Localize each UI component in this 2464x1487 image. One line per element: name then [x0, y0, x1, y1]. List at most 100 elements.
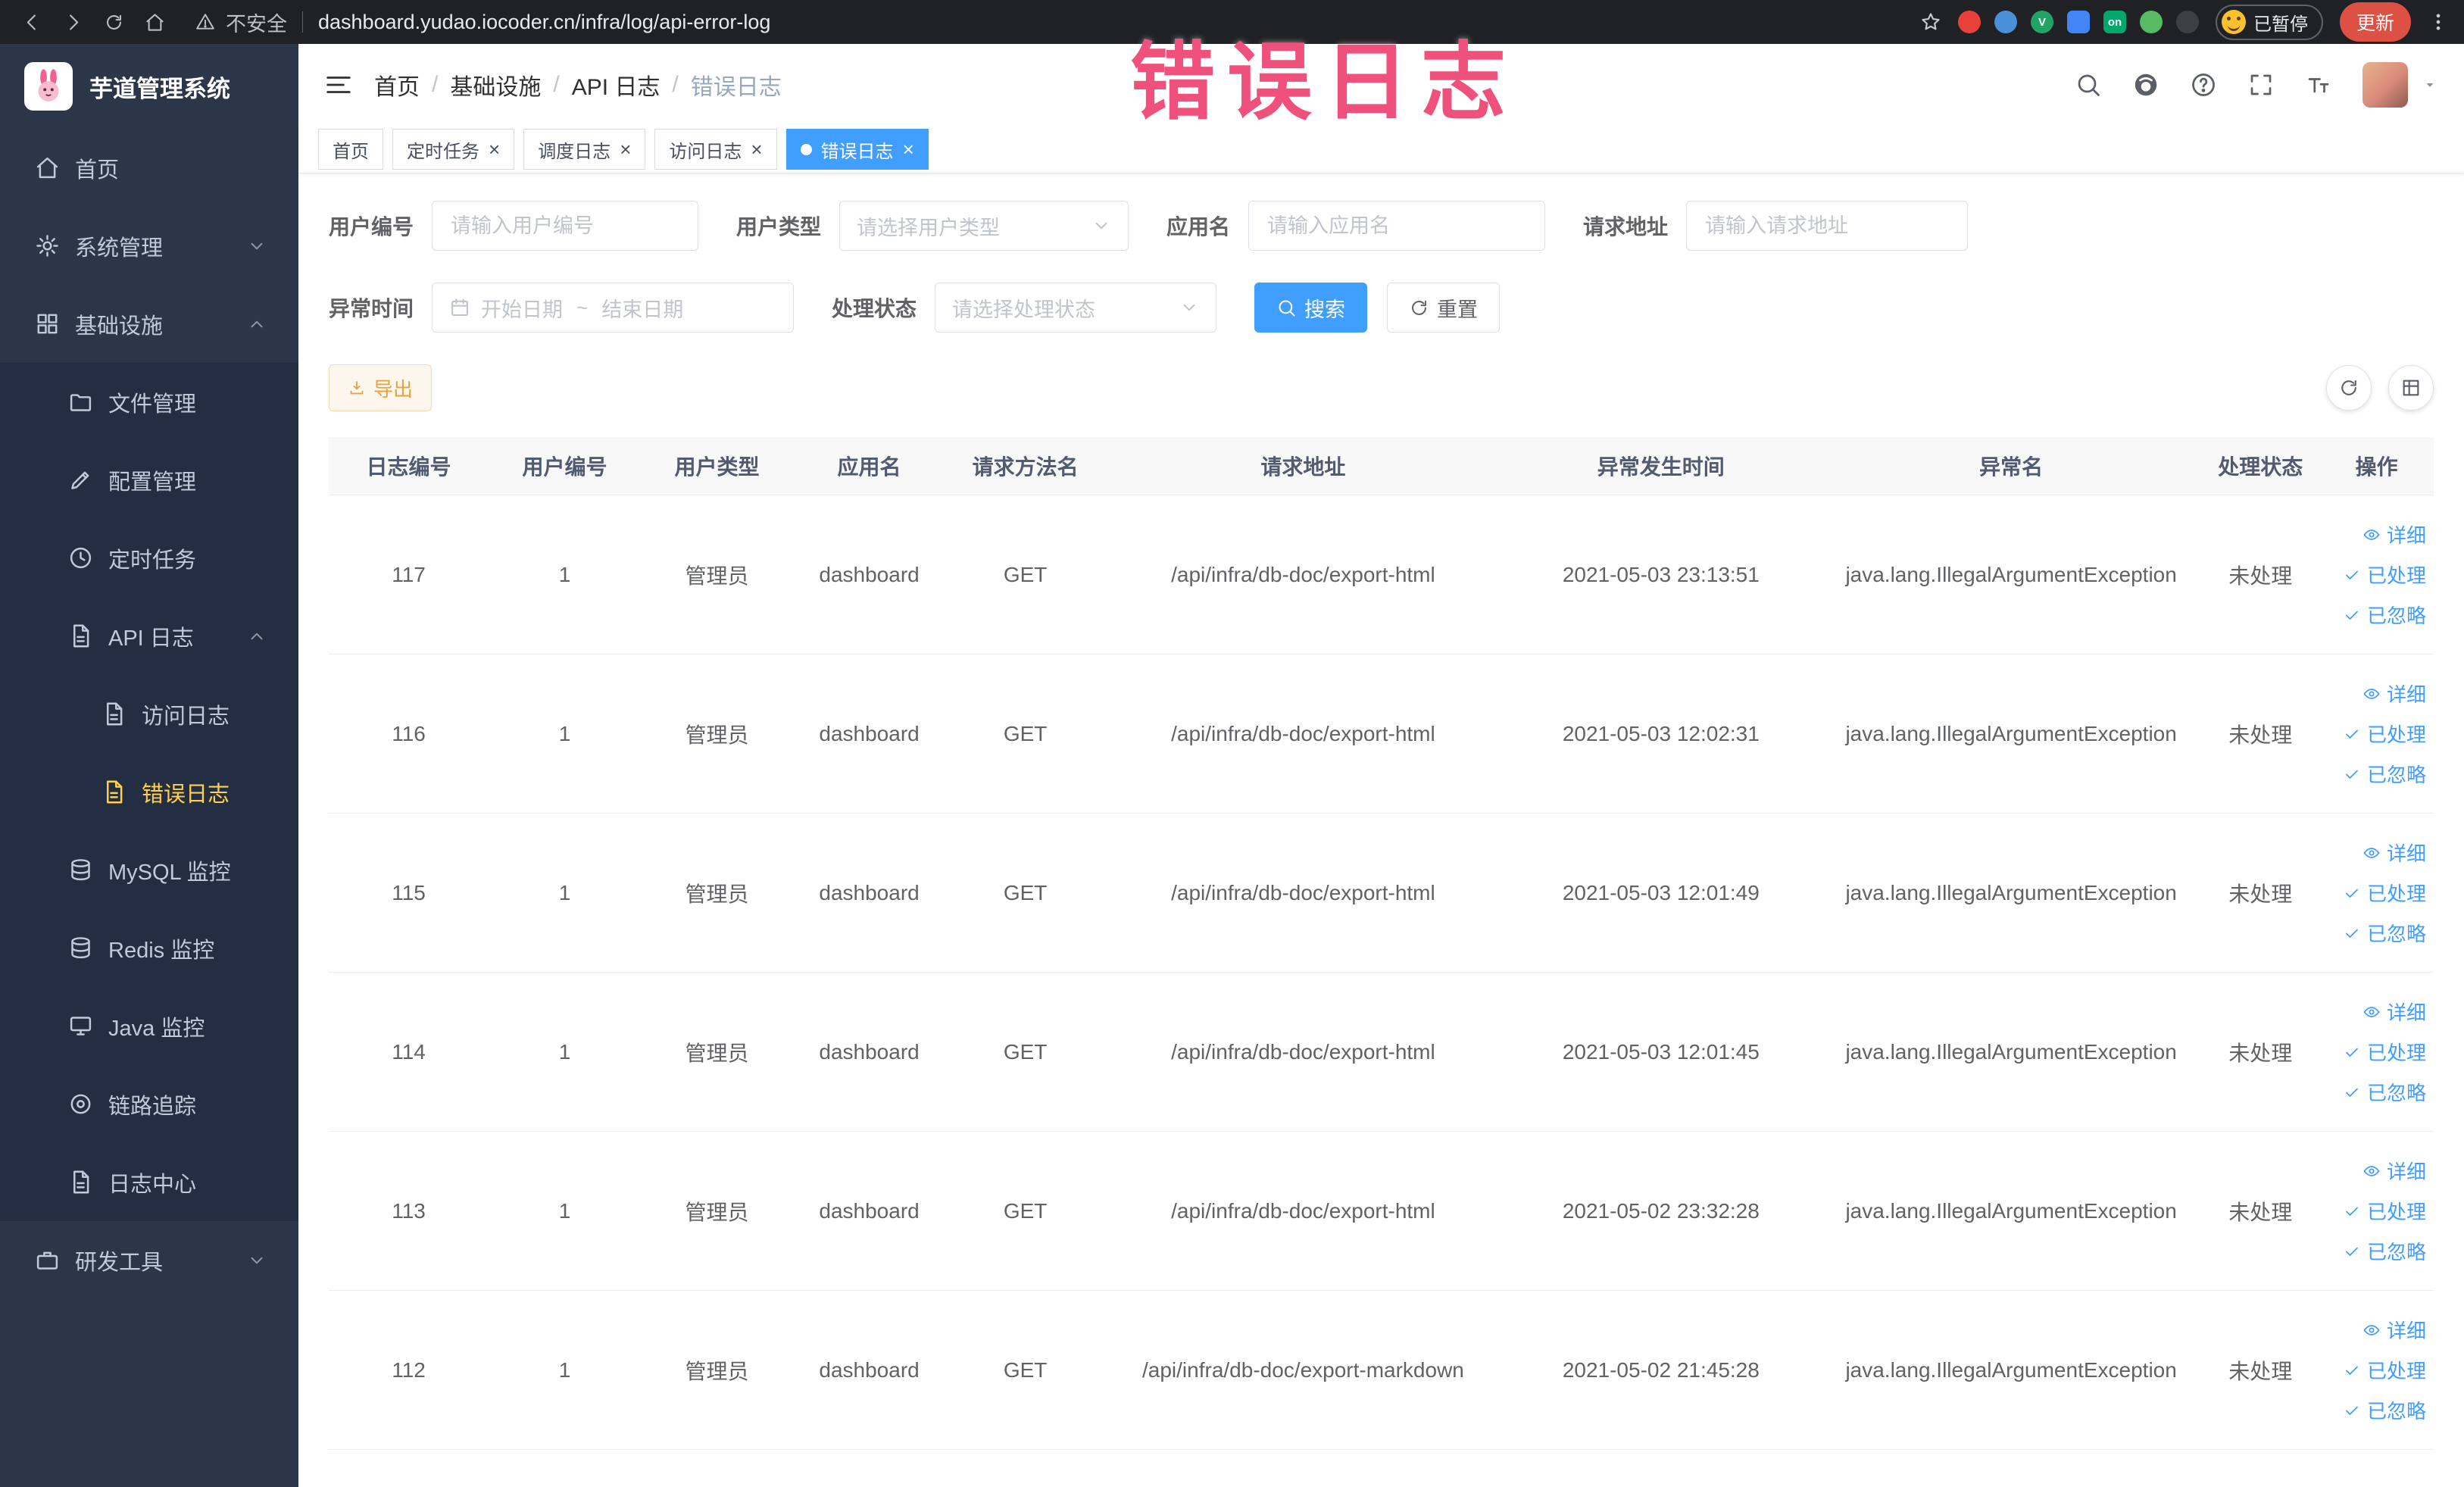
fullscreen-icon[interactable] [2247, 71, 2275, 98]
table-row-4: 113 1 管理员 dashboard GET/api/infra/db-doc/exp… [329, 1131, 2434, 1291]
detail-link[interactable]: 详细 [2324, 998, 2426, 1026]
tab-0[interactable]: 首页 [318, 129, 383, 170]
search-icon[interactable] [2075, 71, 2102, 98]
ignore-link[interactable]: 已忽略 [2324, 601, 2426, 629]
detail-link[interactable]: 详细 [2324, 520, 2426, 548]
export-button[interactable]: 导出 [329, 364, 433, 411]
file-icon [68, 389, 93, 414]
processed-link[interactable]: 已处理 [2324, 1038, 2426, 1066]
chrome-menu-icon[interactable] [2428, 11, 2449, 33]
sidebar-item-8[interactable]: 错误日志 [0, 753, 298, 831]
sidebar-item-9[interactable]: MySQL 监控 [0, 831, 298, 909]
sidebar-item-7[interactable]: 访问日志 [0, 675, 298, 753]
app-name-field[interactable] [1248, 201, 1546, 251]
action-label: 详细 [2386, 524, 2426, 547]
blue-drop-extension-icon[interactable] [1994, 11, 2017, 33]
hamburger-icon[interactable] [324, 70, 353, 99]
breadcrumb-item-2[interactable]: API 日志 [572, 68, 661, 102]
sidebar-item-6[interactable]: API 日志 [0, 597, 298, 675]
sidebar-item-11[interactable]: Java 监控 [0, 987, 298, 1065]
help-icon[interactable] [2190, 71, 2217, 98]
processed-link[interactable]: 已处理 [2324, 879, 2426, 907]
request-url-field[interactable] [1686, 201, 1969, 251]
process-status-select[interactable]: 请选择处理状态 [935, 283, 1217, 333]
sidebar-item-1[interactable]: 系统管理 [0, 207, 298, 285]
chevron-down-icon [1091, 216, 1111, 236]
breadcrumb-item-1[interactable]: 基础设施 [450, 68, 541, 102]
blue-grid-extension-icon[interactable] [2066, 11, 2090, 33]
tab-1[interactable]: 定时任务 × [392, 129, 515, 170]
reload-icon[interactable] [97, 5, 130, 39]
table-row-0: 117 1 管理员 dashboard GET/api/infra/db-doc/exp… [329, 495, 2434, 654]
sidebar-item-0[interactable]: 首页 [0, 129, 298, 207]
sidebar-item-10[interactable]: Redis 监控 [0, 909, 298, 987]
sidebar-item-3[interactable]: 文件管理 [0, 363, 298, 441]
user-id-field[interactable] [432, 201, 699, 251]
refresh-table-button[interactable] [2326, 365, 2372, 411]
back-icon[interactable] [15, 5, 48, 39]
tab-2[interactable]: 调度日志 × [523, 129, 646, 170]
ignore-link[interactable]: 已忽略 [2324, 919, 2426, 947]
close-icon[interactable]: × [903, 139, 914, 159]
breadcrumb-item-0[interactable]: 首页 [374, 68, 420, 102]
cell-url: /api/infra/db-doc/export-html [1105, 1131, 1501, 1291]
breadcrumb-separator: / [553, 72, 560, 97]
font-size-icon[interactable] [2305, 71, 2332, 98]
user-type-select[interactable]: 请选择用户类型 [839, 201, 1129, 251]
tab-3[interactable]: 访问日志 × [654, 129, 777, 170]
ignore-link[interactable]: 已忽略 [2324, 760, 2426, 788]
chevron-up-icon [247, 314, 267, 334]
detail-link[interactable]: 详细 [2324, 679, 2426, 708]
bookmark-star-icon[interactable] [1920, 11, 1941, 33]
processed-link[interactable]: 已处理 [2324, 720, 2426, 748]
sidebar-item-4[interactable]: 配置管理 [0, 441, 298, 519]
processed-link[interactable]: 已处理 [2324, 1197, 2426, 1225]
sidebar-item-5[interactable]: 定时任务 [0, 519, 298, 597]
ignore-link[interactable]: 已忽略 [2324, 1237, 2426, 1265]
app-name-input[interactable] [1266, 213, 1529, 239]
sidebar-item-12[interactable]: 链路追踪 [0, 1065, 298, 1143]
ignore-link[interactable]: 已忽略 [2324, 1396, 2426, 1424]
close-icon[interactable]: × [751, 139, 762, 159]
github-icon[interactable] [2132, 71, 2160, 98]
profile-paused-chip[interactable]: 已暂停 [2215, 4, 2323, 40]
ignore-link[interactable]: 已忽略 [2324, 1078, 2426, 1106]
cell-log_id: 114 [329, 972, 489, 1132]
avatar-caret-icon[interactable] [2422, 77, 2438, 93]
avatar[interactable] [2363, 62, 2408, 108]
toggle-columns-button[interactable] [2388, 365, 2434, 411]
processed-link[interactable]: 已处理 [2324, 1356, 2426, 1384]
home-icon[interactable] [138, 5, 171, 39]
detail-link[interactable]: 详细 [2324, 1157, 2426, 1185]
detail-link[interactable]: 详细 [2324, 839, 2426, 867]
reset-button[interactable]: 重置 [1387, 283, 1501, 333]
date-range-picker[interactable]: 开始日期 ~ 结束日期 [432, 283, 795, 333]
close-icon[interactable]: × [489, 139, 500, 159]
search-button[interactable]: 搜索 [1254, 283, 1368, 333]
leaf-extension-icon[interactable] [2139, 11, 2163, 33]
refresh-icon [1409, 298, 1429, 318]
request-url-input[interactable] [1704, 213, 1951, 239]
check-icon [2343, 1401, 2361, 1420]
breadcrumb: 首页 / 基础设施 / API 日志 / 错误日志 [374, 68, 782, 102]
processed-link[interactable]: 已处理 [2324, 561, 2426, 589]
paw-extension-icon[interactable] [2175, 11, 2199, 33]
forward-icon[interactable] [56, 5, 89, 39]
red-dot-extension-icon[interactable] [1957, 11, 1981, 33]
action-label: 详细 [2386, 1001, 2426, 1024]
user-id-input[interactable] [449, 213, 682, 239]
detail-link[interactable]: 详细 [2324, 1316, 2426, 1344]
tab-4[interactable]: 错误日志 × [785, 129, 929, 170]
address-bar[interactable]: 不安全 dashboard.yudao.iocoder.cn/infra/log… [195, 8, 770, 37]
on-badge-extension-icon[interactable]: on [2103, 11, 2126, 33]
green-v-extension-icon[interactable]: V [2030, 11, 2053, 33]
chrome-update-button[interactable]: 更新 [2339, 2, 2411, 42]
sidebar-item-label: 首页 [75, 158, 120, 183]
app-logo[interactable]: 芋道管理系统 [0, 44, 298, 129]
close-icon[interactable]: × [620, 139, 631, 159]
sidebar-item-2[interactable]: 基础设施 [0, 285, 298, 363]
sidebar-item-13[interactable]: 日志中心 [0, 1143, 298, 1221]
calendar-icon [449, 297, 470, 318]
cell-actions: 详细 已处理 已忽略 [2319, 1290, 2434, 1450]
sidebar-item-14[interactable]: 研发工具 [0, 1221, 298, 1299]
